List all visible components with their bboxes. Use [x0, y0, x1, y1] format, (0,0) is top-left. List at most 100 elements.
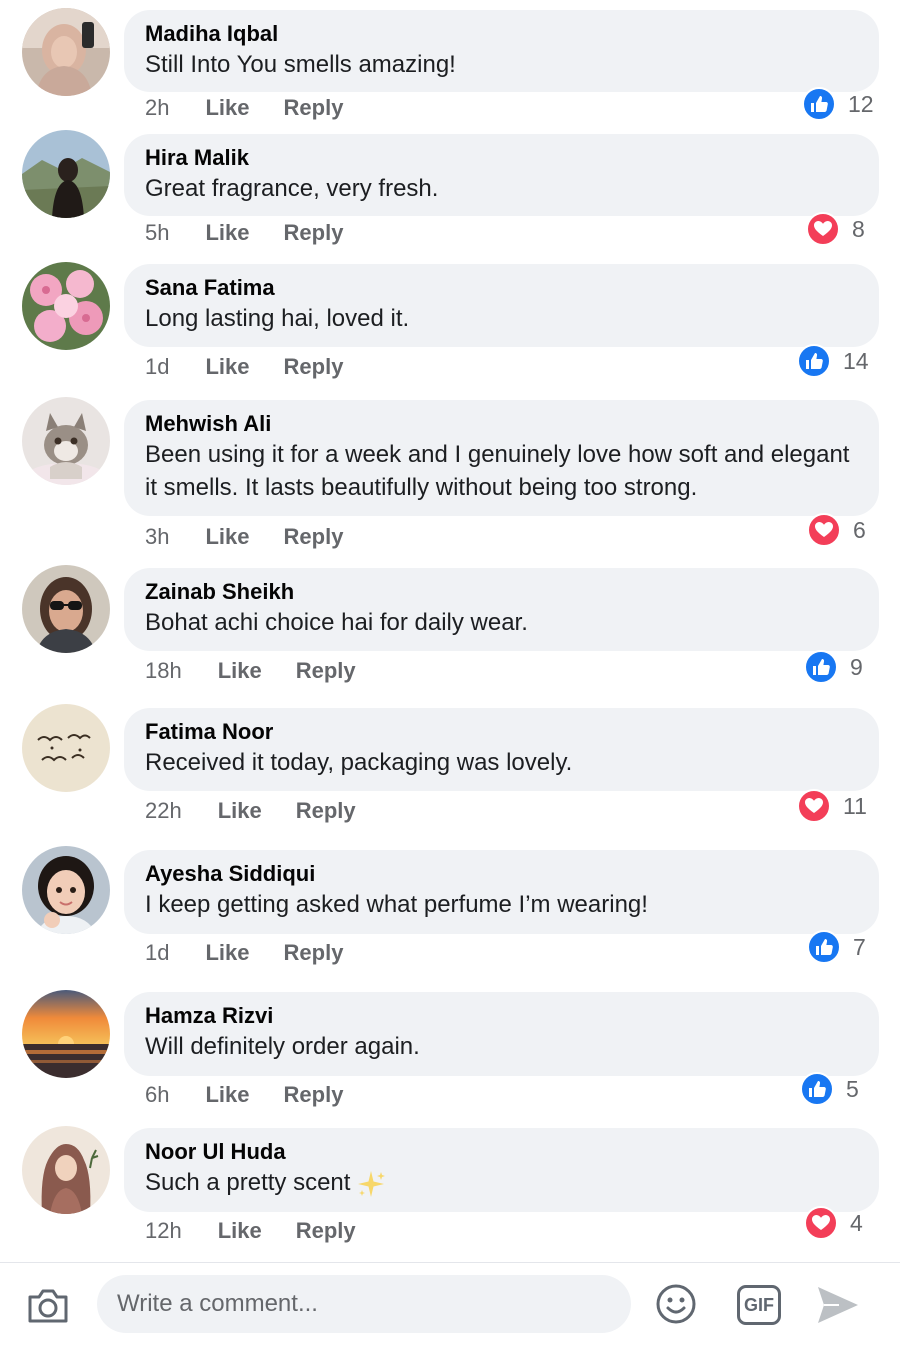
comment-time[interactable]: 3h: [145, 524, 169, 550]
like-button[interactable]: Like: [205, 95, 249, 121]
comment-author[interactable]: Ayesha Siddiqui: [145, 860, 857, 888]
like-reaction-icon: [804, 650, 838, 684]
reply-button[interactable]: Reply: [296, 798, 356, 824]
comment-actions: 1d Like Reply: [145, 938, 377, 968]
reaction-summary[interactable]: 9: [804, 650, 863, 684]
gif-icon[interactable]: GIF: [737, 1285, 781, 1325]
reaction-count: 8: [852, 215, 865, 242]
comment-time[interactable]: 6h: [145, 1082, 169, 1108]
comment-actions: 1d Like Reply: [145, 352, 377, 382]
reply-button[interactable]: Reply: [296, 658, 356, 684]
comment-input[interactable]: [97, 1275, 631, 1333]
comment-bubble[interactable]: Mehwish Ali Been using it for a week and…: [124, 400, 879, 516]
avatar[interactable]: [22, 846, 110, 934]
avatar[interactable]: [22, 565, 110, 653]
reaction-summary[interactable]: 7: [807, 930, 866, 964]
like-button[interactable]: Like: [205, 1082, 249, 1108]
camera-icon[interactable]: [26, 1285, 70, 1325]
avatar[interactable]: [22, 990, 110, 1078]
reply-button[interactable]: Reply: [284, 220, 344, 246]
like-button[interactable]: Like: [205, 524, 249, 550]
comment-author[interactable]: Mehwish Ali: [145, 410, 857, 438]
comment-text: Long lasting hai, loved it.: [145, 305, 410, 332]
comment-author[interactable]: Madiha Iqbal: [145, 20, 857, 48]
avatar[interactable]: [22, 130, 110, 218]
love-reaction-icon: [806, 212, 840, 246]
comment-time[interactable]: 18h: [145, 658, 182, 684]
like-button[interactable]: Like: [205, 940, 249, 966]
comment-bubble[interactable]: Madiha Iqbal Still Into You smells amazi…: [124, 10, 879, 92]
reaction-count: 12: [848, 90, 874, 117]
comment-actions: 3h Like Reply: [145, 522, 377, 552]
comment-bubble[interactable]: Sana Fatima Long lasting hai, loved it.: [124, 264, 879, 347]
comment-time[interactable]: 22h: [145, 798, 182, 824]
comment-author[interactable]: Hira Malik: [145, 144, 857, 172]
reaction-count: 7: [853, 933, 866, 960]
reply-button[interactable]: Reply: [284, 1082, 344, 1108]
comment-actions: 12h Like Reply: [145, 1216, 390, 1246]
avatar[interactable]: [22, 397, 110, 485]
reaction-count: 6: [853, 516, 866, 543]
reaction-summary[interactable]: 8: [806, 212, 865, 246]
reaction-summary[interactable]: 5: [800, 1072, 859, 1106]
comment-time[interactable]: 5h: [145, 220, 169, 246]
comment-composer: GIF: [0, 1262, 900, 1350]
comment-time[interactable]: 1d: [145, 354, 169, 380]
like-button[interactable]: Like: [218, 658, 262, 684]
like-button[interactable]: Like: [218, 1218, 262, 1244]
avatar[interactable]: [22, 262, 110, 350]
comment-actions: 22h Like Reply: [145, 796, 390, 826]
comment-author[interactable]: Sana Fatima: [145, 274, 857, 302]
comment-bubble[interactable]: Fatima Noor Received it today, packaging…: [124, 708, 879, 791]
like-reaction-icon: [797, 344, 831, 378]
comment-actions: 18h Like Reply: [145, 656, 390, 686]
comment-text: Been using it for a week and I genuinely…: [145, 441, 850, 501]
love-reaction-icon: [797, 789, 831, 823]
like-button[interactable]: Like: [205, 220, 249, 246]
comment-text: Received it today, packaging was lovely.: [145, 749, 573, 776]
comment-author[interactable]: Noor Ul Huda: [145, 1138, 857, 1166]
comment-text: Such a pretty scent: [145, 1166, 857, 1199]
reply-button[interactable]: Reply: [284, 524, 344, 550]
emoji-icon[interactable]: [655, 1283, 697, 1325]
reaction-summary[interactable]: 6: [807, 513, 866, 547]
avatar[interactable]: [22, 8, 110, 96]
reaction-summary[interactable]: 11: [797, 789, 867, 823]
reaction-summary[interactable]: 14: [797, 344, 869, 378]
like-button[interactable]: Like: [205, 354, 249, 380]
love-reaction-icon: [804, 1206, 838, 1240]
reaction-summary[interactable]: 4: [804, 1206, 863, 1240]
reply-button[interactable]: Reply: [284, 95, 344, 121]
reaction-summary[interactable]: 12: [802, 87, 874, 121]
reply-button[interactable]: Reply: [296, 1218, 356, 1244]
comment-text: Great fragrance, very fresh.: [145, 175, 439, 202]
reply-button[interactable]: Reply: [284, 940, 344, 966]
reaction-count: 9: [850, 653, 863, 680]
comment-time[interactable]: 1d: [145, 940, 169, 966]
comment-actions: 2h Like Reply: [145, 93, 377, 123]
sparkle-icon: [358, 1170, 386, 1197]
reaction-count: 11: [843, 792, 867, 819]
reaction-count: 5: [846, 1075, 859, 1102]
like-reaction-icon: [800, 1072, 834, 1106]
comment-author[interactable]: Fatima Noor: [145, 718, 857, 746]
comment-author[interactable]: Zainab Sheikh: [145, 578, 857, 606]
comment-text: Bohat achi choice hai for daily wear.: [145, 609, 528, 636]
reaction-count: 4: [850, 1209, 863, 1236]
avatar[interactable]: [22, 704, 110, 792]
comment-bubble[interactable]: Noor Ul Huda Such a pretty scent: [124, 1128, 879, 1212]
comment-bubble[interactable]: Ayesha Siddiqui I keep getting asked wha…: [124, 850, 879, 934]
comment-text-content: Such a pretty scent: [145, 1169, 351, 1196]
comment-time[interactable]: 12h: [145, 1218, 182, 1244]
comment-time[interactable]: 2h: [145, 95, 169, 121]
comment-bubble[interactable]: Hira Malik Great fragrance, very fresh.: [124, 134, 879, 216]
comment-text: Still Into You smells amazing!: [145, 51, 456, 78]
send-icon[interactable]: [815, 1283, 861, 1327]
comment-bubble[interactable]: Hamza Rizvi Will definitely order again.: [124, 992, 879, 1076]
comment-author[interactable]: Hamza Rizvi: [145, 1002, 857, 1030]
comment-bubble[interactable]: Zainab Sheikh Bohat achi choice hai for …: [124, 568, 879, 651]
avatar[interactable]: [22, 1126, 110, 1214]
comment-text: Will definitely order again.: [145, 1033, 420, 1060]
like-button[interactable]: Like: [218, 798, 262, 824]
reply-button[interactable]: Reply: [284, 354, 344, 380]
